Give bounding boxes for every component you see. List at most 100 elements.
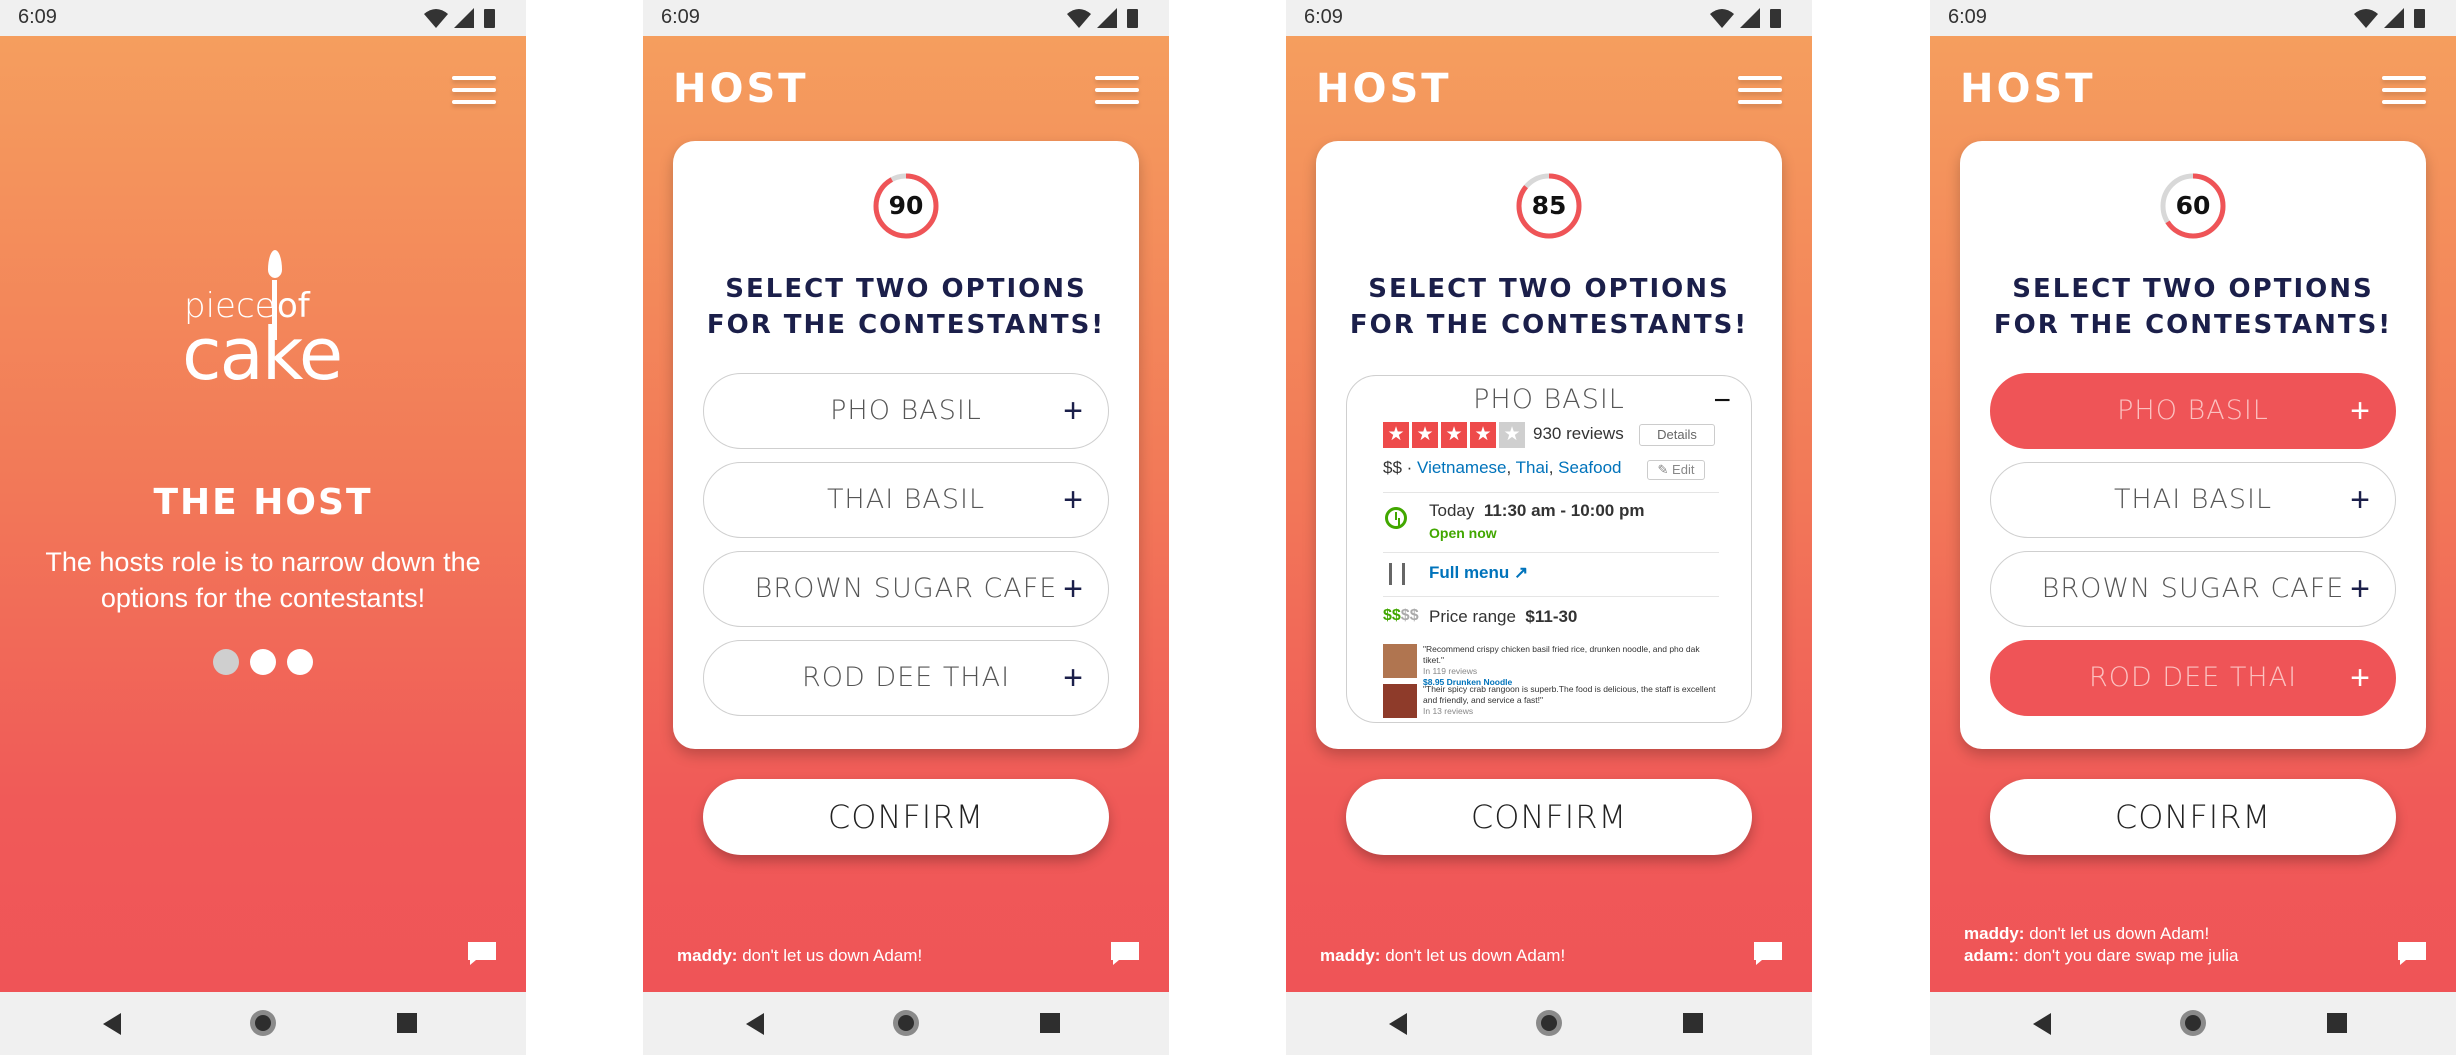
plus-icon[interactable]: + (2347, 394, 2373, 428)
home-icon[interactable] (250, 1010, 276, 1036)
plus-icon[interactable]: + (1060, 572, 1086, 606)
selection-card: 60 SELECT TWO OPTIONS FOR THE CONTESTANT… (1960, 141, 2426, 749)
card-title-line1: SELECT TWO OPTIONS (725, 274, 1087, 304)
page-dot-1[interactable] (213, 649, 239, 675)
battery-icon (2414, 9, 2425, 28)
confirm-button[interactable]: CONFIRM (1990, 779, 2396, 855)
category-link[interactable]: Vietnamese (1417, 458, 1506, 477)
recents-icon[interactable] (1040, 1013, 1060, 1033)
android-nav-bar (0, 992, 526, 1055)
status-time: 6:09 (18, 6, 57, 28)
back-icon[interactable] (746, 1013, 764, 1035)
plus-icon[interactable]: + (1060, 661, 1086, 695)
screen-content: HOST 60 SELECT TWO OPTIONS FOR THE CONTE… (1930, 36, 2456, 992)
option-pho-basil[interactable]: PHO BASIL + (1990, 373, 2396, 449)
full-menu-label: Full menu (1429, 563, 1510, 582)
screen-content: piece of cake THE HOST The hosts role is… (0, 36, 526, 992)
chat-icon[interactable] (2396, 940, 2428, 966)
back-icon[interactable] (2033, 1013, 2051, 1035)
review-quote: "Their spicy crab rangoon is superb.The … (1423, 684, 1716, 705)
plus-icon[interactable]: + (2347, 483, 2373, 517)
page-dot-2[interactable] (250, 649, 276, 675)
page-title: HOST (1960, 66, 2096, 112)
intro-heading: THE HOST (153, 482, 373, 523)
option-thai-basil[interactable]: THAI BASIL + (703, 462, 1109, 538)
chat-user: maddy: (677, 946, 738, 965)
status-icons (1067, 8, 1138, 28)
chat-icon[interactable] (466, 940, 498, 966)
chat-message: maddy: don't let us down Adam! (1320, 946, 1565, 966)
hamburger-menu-icon[interactable] (452, 72, 496, 106)
battery-icon (1770, 9, 1781, 28)
back-icon[interactable] (1389, 1013, 1407, 1035)
wifi-icon (1067, 9, 1091, 28)
details-label: Details (1657, 427, 1697, 442)
restaurant-details: ★ ★ ★ ★ ★ 930 reviews Details $$ · Vietn… (1383, 422, 1719, 722)
phone-screen-intro: 6:09 piece of cake THE HOST The hosts ro… (0, 0, 526, 1055)
category-row: $$ · Vietnamese, Thai, Seafood (1383, 458, 1622, 477)
page-dot-3[interactable] (287, 649, 313, 675)
back-icon[interactable] (103, 1013, 121, 1035)
review-snippet: "Their spicy crab rangoon is superb.The … (1383, 684, 1719, 720)
edit-button[interactable]: ✎ Edit (1647, 460, 1705, 480)
signal-icon (1740, 8, 1760, 28)
plus-icon[interactable]: + (1060, 483, 1086, 517)
full-menu-link[interactable]: Full menu ↗ (1429, 563, 1528, 583)
star-icon: ★ (1470, 422, 1496, 448)
wifi-icon (424, 9, 448, 28)
hamburger-menu-icon[interactable] (2382, 72, 2426, 106)
plus-icon[interactable]: + (1060, 394, 1086, 428)
option-thai-basil[interactable]: THAI BASIL + (1990, 462, 2396, 538)
app-logo: piece of cake (180, 214, 350, 396)
option-rod-dee-thai[interactable]: ROD DEE THAI + (1990, 640, 2396, 716)
plus-icon[interactable]: + (2347, 572, 2373, 606)
hamburger-menu-icon[interactable] (1095, 72, 1139, 106)
option-label: THAI BASIL (826, 484, 986, 515)
details-button[interactable]: Details (1639, 424, 1715, 446)
star-empty-icon: ★ (1499, 422, 1525, 448)
timer-value: 90 (888, 191, 924, 220)
option-pho-basil-expanded[interactable]: PHO BASIL − ★ ★ ★ ★ ★ 930 reviews Detail… (1346, 375, 1752, 723)
phone-screen-selected: 6:09 HOST 60 SELECT TWO OPTIONS FOR THE … (1930, 0, 2456, 1055)
recents-icon[interactable] (1683, 1013, 1703, 1033)
collapse-minus-icon[interactable]: − (1713, 384, 1731, 418)
home-icon[interactable] (893, 1010, 919, 1036)
hours-day: Today (1429, 501, 1475, 520)
intro-description: The hosts role is to narrow down the opt… (45, 547, 481, 613)
confirm-label: CONFIRM (2114, 798, 2272, 836)
page-title: HOST (673, 66, 809, 112)
recents-icon[interactable] (397, 1013, 417, 1033)
plus-icon[interactable]: + (2347, 661, 2373, 695)
chat-user: maddy: (1320, 946, 1381, 965)
chat-icon[interactable] (1752, 940, 1784, 966)
confirm-button[interactable]: CONFIRM (1346, 779, 1752, 855)
recents-icon[interactable] (2327, 1013, 2347, 1033)
status-icons (1710, 8, 1781, 28)
selection-card: 90 SELECT TWO OPTIONS FOR THE CONTESTANT… (673, 141, 1139, 749)
chat-icon[interactable] (1109, 940, 1141, 966)
chat-text: don't let us down Adam! (737, 946, 923, 965)
review-count: 930 reviews (1533, 424, 1624, 443)
wifi-icon (1710, 9, 1734, 28)
countdown-timer: 85 (1514, 171, 1584, 241)
category-link[interactable]: Seafood (1558, 458, 1621, 477)
chat-text: don't let us down Adam! (1380, 946, 1566, 965)
option-label: ROD DEE THAI (2088, 662, 2298, 693)
price-range-dollars: $$$$ (1383, 607, 1419, 625)
price-range-label: Price range (1429, 607, 1516, 626)
option-brown-sugar-cafe[interactable]: BROWN SUGAR CAFE + (703, 551, 1109, 627)
option-pho-basil[interactable]: PHO BASIL + (703, 373, 1109, 449)
home-icon[interactable] (1536, 1010, 1562, 1036)
price-level: $$ (1383, 458, 1402, 477)
option-brown-sugar-cafe[interactable]: BROWN SUGAR CAFE + (1990, 551, 2396, 627)
hamburger-menu-icon[interactable] (1738, 72, 1782, 106)
status-icons (424, 8, 495, 28)
confirm-label: CONFIRM (827, 798, 985, 836)
home-icon[interactable] (2180, 1010, 2206, 1036)
status-icons (2354, 8, 2425, 28)
confirm-button[interactable]: CONFIRM (703, 779, 1109, 855)
category-link[interactable]: Thai (1516, 458, 1549, 477)
option-rod-dee-thai[interactable]: ROD DEE THAI + (703, 640, 1109, 716)
card-title: SELECT TWO OPTIONS FOR THE CONTESTANTS! (1960, 271, 2426, 343)
timer-value: 85 (1531, 191, 1567, 220)
